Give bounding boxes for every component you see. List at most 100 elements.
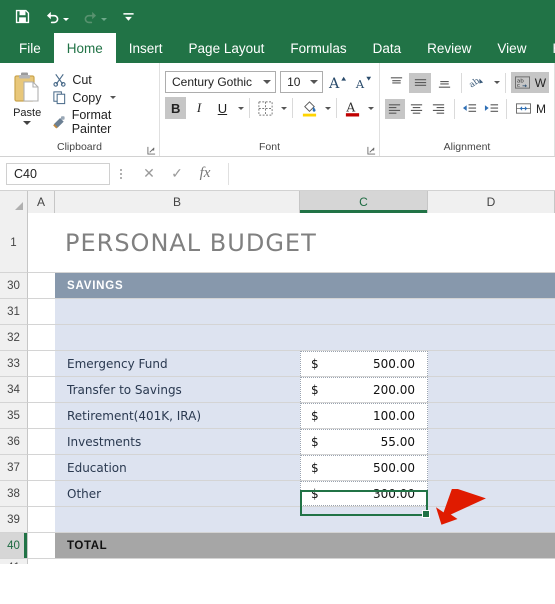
align-left-button[interactable]	[385, 98, 405, 119]
tab-help[interactable]: Help	[539, 33, 555, 63]
copy-button[interactable]: Copy	[49, 89, 154, 106]
increase-indent-button[interactable]	[481, 99, 501, 119]
column-header-a[interactable]: A	[28, 191, 55, 213]
borders-button[interactable]	[255, 97, 276, 119]
italic-button[interactable]: I	[188, 97, 209, 119]
fill-color-dropdown-caret[interactable]	[324, 106, 331, 110]
cell-c40-selected[interactable]	[300, 533, 428, 558]
row-header-40[interactable]: 40	[0, 533, 28, 559]
cell-c35[interactable]: $ 100.00	[300, 403, 428, 428]
cell-d39[interactable]	[428, 507, 555, 532]
select-all-button[interactable]	[0, 191, 28, 213]
tab-home[interactable]: Home	[53, 33, 116, 63]
cell-a30[interactable]	[28, 273, 55, 298]
row-header-1[interactable]: 1	[0, 213, 28, 273]
paste-button[interactable]: Paste	[5, 68, 49, 125]
cell-a34[interactable]	[28, 377, 55, 402]
paste-dropdown-caret[interactable]	[23, 121, 32, 125]
cell-c39[interactable]	[300, 507, 428, 532]
row-header-35[interactable]: 35	[0, 403, 28, 429]
cell-a1[interactable]	[28, 213, 55, 272]
row-header-39[interactable]: 39	[0, 507, 28, 533]
row-header-36[interactable]: 36	[0, 429, 28, 455]
bold-button[interactable]: B	[165, 97, 187, 119]
cell-d35[interactable]	[428, 403, 555, 428]
cell-a36[interactable]	[28, 429, 55, 454]
cell-b34[interactable]: Transfer to Savings	[55, 377, 300, 402]
font-size-select[interactable]: 10	[280, 71, 323, 93]
cell-b40[interactable]: TOTAL	[55, 533, 300, 558]
tab-formulas[interactable]: Formulas	[277, 33, 359, 63]
cell-d36[interactable]	[428, 429, 555, 454]
row-header-30[interactable]: 30	[0, 273, 28, 299]
redo-button[interactable]	[82, 8, 107, 25]
cell-b37[interactable]: Education	[55, 455, 300, 480]
cell-a35[interactable]	[28, 403, 55, 428]
cell-c33[interactable]: $ 500.00	[300, 351, 428, 376]
cell-a33[interactable]	[28, 351, 55, 376]
borders-dropdown-caret[interactable]	[281, 106, 288, 110]
cell-b35[interactable]: Retirement(401K, IRA)	[55, 403, 300, 428]
tab-insert[interactable]: Insert	[116, 33, 176, 63]
cell-c34[interactable]: $ 200.00	[300, 377, 428, 402]
cell-d40[interactable]	[428, 533, 555, 558]
cell-c31[interactable]	[300, 299, 428, 324]
undo-button[interactable]	[44, 8, 69, 25]
cell-c36[interactable]: $ 55.00	[300, 429, 428, 454]
wrap-text-button[interactable]: ab c W	[510, 72, 550, 93]
cell-b33[interactable]: Emergency Fund	[55, 351, 300, 376]
row-header-41[interactable]: 41	[0, 559, 28, 564]
cell-a37[interactable]	[28, 455, 55, 480]
cell-a39[interactable]	[28, 507, 55, 532]
row-header-37[interactable]: 37	[0, 455, 28, 481]
cell-d31[interactable]	[428, 299, 555, 324]
tab-data[interactable]: Data	[360, 33, 415, 63]
orientation-button[interactable]: ab	[467, 73, 489, 93]
row-header-34[interactable]: 34	[0, 377, 28, 403]
align-right-button[interactable]	[429, 99, 449, 119]
font-color-dropdown-caret[interactable]	[368, 106, 375, 110]
fill-color-button[interactable]	[298, 97, 319, 119]
cell-a31[interactable]	[28, 299, 55, 324]
cell-b32[interactable]	[55, 325, 300, 350]
cell-b39[interactable]	[55, 507, 300, 532]
cell-d32[interactable]	[428, 325, 555, 350]
align-center-button[interactable]	[407, 99, 427, 119]
cell-d41[interactable]	[428, 559, 555, 564]
column-header-b[interactable]: B	[55, 191, 300, 213]
cell-d1[interactable]	[428, 213, 555, 272]
orientation-dropdown-caret[interactable]	[493, 81, 500, 84]
cancel-formula-button[interactable]: ✕	[136, 163, 162, 185]
cell-c1[interactable]	[300, 213, 428, 272]
save-button[interactable]	[14, 8, 31, 25]
cell-b1[interactable]: PERSONAL BUDGET	[55, 213, 316, 272]
cell-b41[interactable]	[55, 559, 300, 564]
cell-c38[interactable]: $ 300.00	[300, 481, 428, 506]
formula-input[interactable]	[228, 162, 549, 185]
row-header-38[interactable]: 38	[0, 481, 28, 507]
tab-page-layout[interactable]: Page Layout	[176, 33, 278, 63]
cell-d38[interactable]	[428, 481, 555, 506]
cell-d30[interactable]	[428, 273, 555, 298]
formula-bar-handle[interactable]	[116, 168, 126, 179]
align-top-button[interactable]	[385, 73, 407, 93]
cell-c37[interactable]: $ 500.00	[300, 455, 428, 480]
cell-b31[interactable]	[55, 299, 300, 324]
tab-review[interactable]: Review	[414, 33, 484, 63]
underline-dropdown-caret[interactable]	[238, 106, 245, 110]
undo-dropdown-caret[interactable]	[63, 17, 69, 21]
cell-a41[interactable]	[28, 559, 55, 564]
name-box[interactable]: C40	[6, 162, 110, 185]
confirm-formula-button[interactable]: ✓	[164, 163, 190, 185]
row-header-31[interactable]: 31	[0, 299, 28, 325]
underline-button[interactable]: U	[212, 97, 233, 119]
tab-view[interactable]: View	[484, 33, 539, 63]
merge-and-center-button[interactable]: M	[512, 98, 549, 119]
font-family-select[interactable]: Century Gothic	[165, 71, 277, 93]
cell-b38[interactable]: Other	[55, 481, 300, 506]
decrease-font-size-button[interactable]: A	[353, 71, 375, 93]
row-header-32[interactable]: 32	[0, 325, 28, 351]
customize-quick-access-button[interactable]	[120, 8, 137, 25]
cell-a40[interactable]	[28, 533, 55, 558]
align-middle-button[interactable]	[409, 72, 432, 93]
